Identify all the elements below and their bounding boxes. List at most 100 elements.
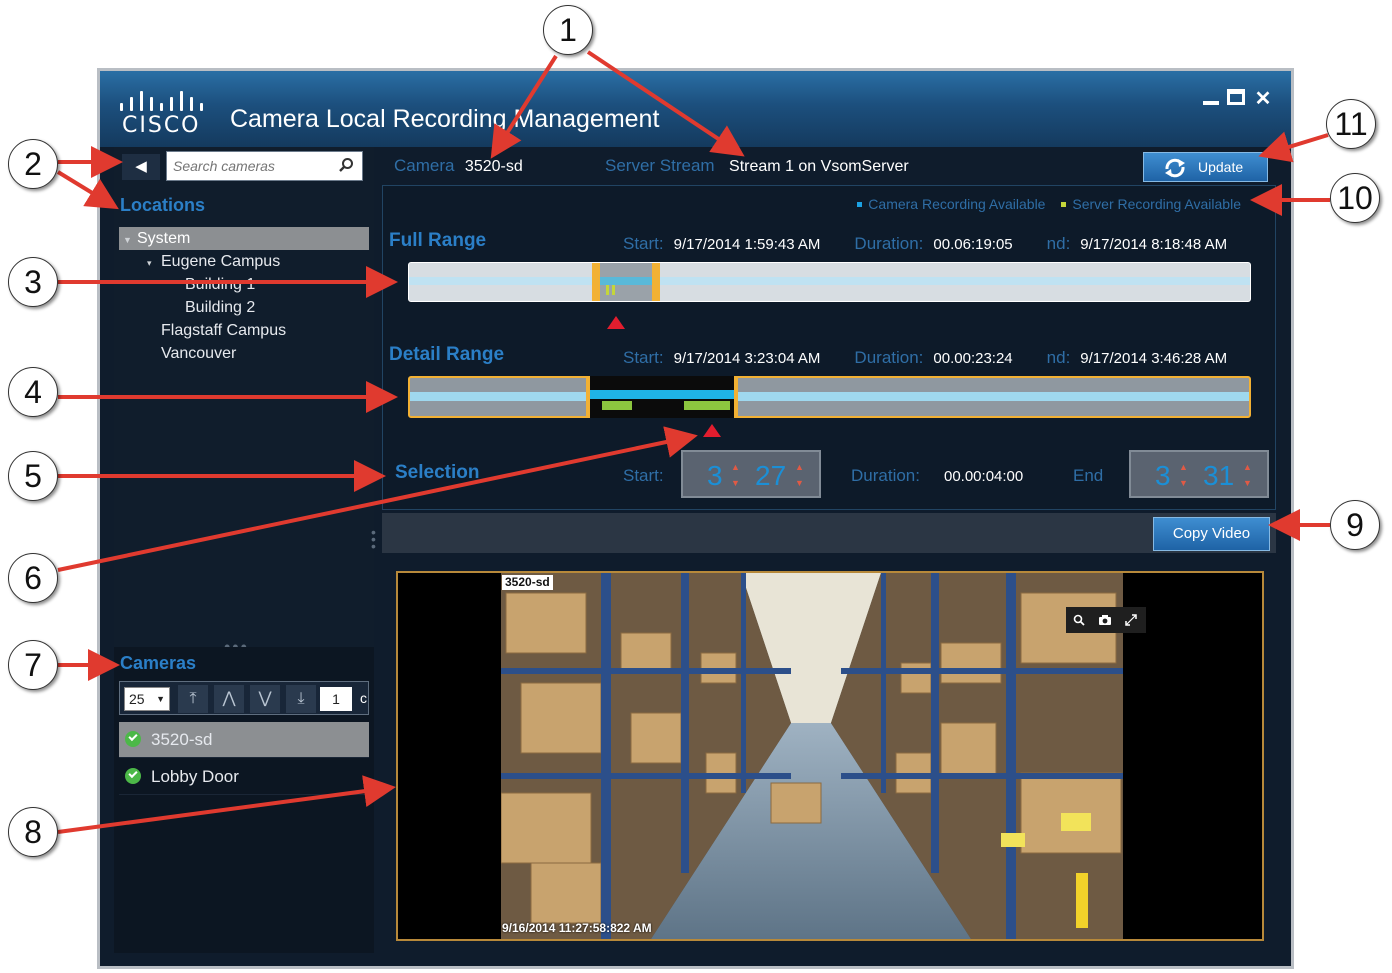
callout-8: 8: [8, 807, 58, 857]
search-box: [166, 151, 363, 181]
video-toolbar: [1066, 607, 1146, 633]
end-minute[interactable]: 31: [1203, 460, 1234, 492]
detail-range-info: Start: 9/17/2014 3:23:04 AM Duration: 00.00…: [623, 348, 1227, 368]
collapse-sidebar-button[interactable]: ◀: [122, 154, 160, 180]
detail-start-label: Start:: [623, 348, 664, 367]
camera-name: 3520-sd: [151, 730, 213, 749]
start-hour[interactable]: 3: [707, 460, 723, 492]
hour-down-icon[interactable]: ▼: [731, 478, 740, 488]
server-recording-segment: [606, 285, 609, 295]
selection-start-label-wrap: Start:: [623, 466, 674, 486]
tree-item[interactable]: Building 2: [119, 296, 369, 319]
selection-end-label-wrap: End: [1073, 466, 1113, 486]
camera-recording-label: Camera Recording Available: [868, 196, 1046, 212]
minute-up-icon[interactable]: ▲: [1243, 462, 1252, 472]
maximize-icon[interactable]: [1227, 89, 1245, 105]
tree-item[interactable]: Building 1: [119, 273, 369, 296]
copy-video-button[interactable]: Copy Video: [1153, 517, 1270, 551]
last-page-icon[interactable]: ⤓: [286, 685, 316, 713]
cisco-bars-icon: [118, 89, 218, 111]
dropdown-arrow-icon: ▼: [156, 694, 165, 704]
tree-item-label: Building 2: [185, 299, 256, 316]
detail-range-title: Detail Range: [389, 344, 505, 365]
full-range-bar[interactable]: [408, 262, 1251, 302]
page-size-value: 25: [129, 691, 145, 707]
selection-start-spinner[interactable]: 3 ▲ ▼ 27 ▲ ▼: [681, 450, 821, 498]
end-hour[interactable]: 3: [1155, 460, 1171, 492]
close-icon[interactable]: ✕: [1253, 89, 1273, 109]
callout-2: 2: [8, 139, 58, 189]
tree-item-label: Vancouver: [161, 345, 237, 362]
callout-1: 1: [543, 5, 593, 55]
page-extra-text: c: [360, 690, 367, 706]
expand-caret-icon[interactable]: ▼: [123, 229, 137, 252]
full-range-selection[interactable]: [592, 263, 660, 301]
expand-caret-icon[interactable]: ▾: [147, 252, 161, 275]
server-recording-label: Server Recording Available: [1072, 196, 1241, 212]
vertical-splitter[interactable]: • • •: [371, 525, 379, 553]
callout-5: 5: [8, 451, 58, 501]
update-button[interactable]: Update: [1143, 152, 1268, 182]
status-ok-icon: [125, 768, 141, 784]
snapshot-icon[interactable]: [1092, 607, 1118, 633]
camera-row[interactable]: 3520-sd: [119, 722, 369, 758]
full-range-title: Full Range: [389, 230, 487, 251]
locations-header: Locations: [120, 195, 206, 215]
selection-title: Selection: [395, 462, 480, 483]
detail-start-value: 9/17/2014 3:23:04 AM: [673, 350, 821, 367]
copy-video-bar: Copy Video: [382, 513, 1276, 553]
zoom-icon[interactable]: [1066, 607, 1092, 633]
tree-item[interactable]: Vancouver: [119, 342, 369, 365]
search-icon[interactable]: [338, 157, 354, 173]
page-number-input[interactable]: 1: [320, 687, 352, 711]
full-start-value: 9/17/2014 1:59:43 AM: [673, 236, 821, 253]
minute-down-icon[interactable]: ▼: [1243, 478, 1252, 488]
expand-icon[interactable]: [1118, 607, 1144, 633]
next-page-icon[interactable]: ⋁: [250, 685, 280, 713]
full-range-marker[interactable]: [607, 316, 625, 329]
brand-name: CISCO: [122, 113, 201, 138]
locations-tree: ▼ System ▾ Eugene Campus Building 1 Building …: [119, 227, 369, 365]
callout-4: 4: [8, 367, 58, 417]
first-page-icon[interactable]: ⤒: [178, 685, 208, 713]
tree-item-label: Building 1: [185, 276, 256, 293]
hour-up-icon[interactable]: ▲: [731, 462, 740, 472]
camera-label: Camera: [394, 156, 455, 175]
update-label: Update: [1198, 159, 1244, 175]
full-end-label: nd:: [1046, 234, 1071, 253]
detail-duration-value: 00.00:23:24: [933, 350, 1013, 367]
callout-9: 9: [1330, 500, 1380, 550]
tree-item-label: Eugene Campus: [161, 253, 281, 270]
selection-duration-value: 00.00:04:00: [943, 468, 1024, 485]
video-player[interactable]: 3520-sd 9/16/2014 11:27:58:822 AM: [396, 571, 1264, 941]
callout-10: 10: [1330, 173, 1380, 223]
start-minute[interactable]: 27: [755, 460, 786, 492]
callout-3: 3: [8, 257, 58, 307]
warehouse-video-image: [501, 573, 1123, 939]
prev-page-icon[interactable]: ⋀: [214, 685, 244, 713]
camera-row[interactable]: Lobby Door: [119, 759, 369, 795]
camera-name: Lobby Door: [151, 767, 239, 786]
detail-end-value: 9/17/2014 3:46:28 AM: [1080, 350, 1228, 367]
minimize-icon[interactable]: [1203, 89, 1219, 105]
detail-range-marker[interactable]: [703, 424, 721, 437]
tree-item[interactable]: ▼ System: [119, 227, 369, 250]
detail-range-track: [410, 392, 1249, 401]
detail-range-selection[interactable]: [586, 376, 738, 418]
tree-item[interactable]: ▾ Eugene Campus: [119, 250, 369, 273]
tree-item-label: System: [137, 230, 191, 247]
full-duration-value: 00.06:19:05: [933, 236, 1013, 253]
hour-down-icon[interactable]: ▼: [1179, 478, 1188, 488]
detail-range-bar[interactable]: [408, 376, 1251, 418]
minute-down-icon[interactable]: ▼: [795, 478, 804, 488]
selection-duration-label: Duration:: [851, 466, 920, 485]
page-size-select[interactable]: 25 ▼: [124, 687, 170, 711]
minute-up-icon[interactable]: ▲: [795, 462, 804, 472]
camera-pager: 25 ▼ ⤒ ⋀ ⋁ ⤓ 1 c: [119, 681, 369, 715]
hour-up-icon[interactable]: ▲: [1179, 462, 1188, 472]
selection-end-spinner[interactable]: 3 ▲ ▼ 31 ▲ ▼: [1129, 450, 1269, 498]
sidebar: ◀ Locations ▼System▾Eugene CampusBuildin…: [114, 147, 374, 953]
tree-item[interactable]: Flagstaff Campus: [119, 319, 369, 342]
search-input[interactable]: [167, 152, 332, 180]
title-bar: CISCO Camera Local Recording Management …: [100, 71, 1291, 147]
